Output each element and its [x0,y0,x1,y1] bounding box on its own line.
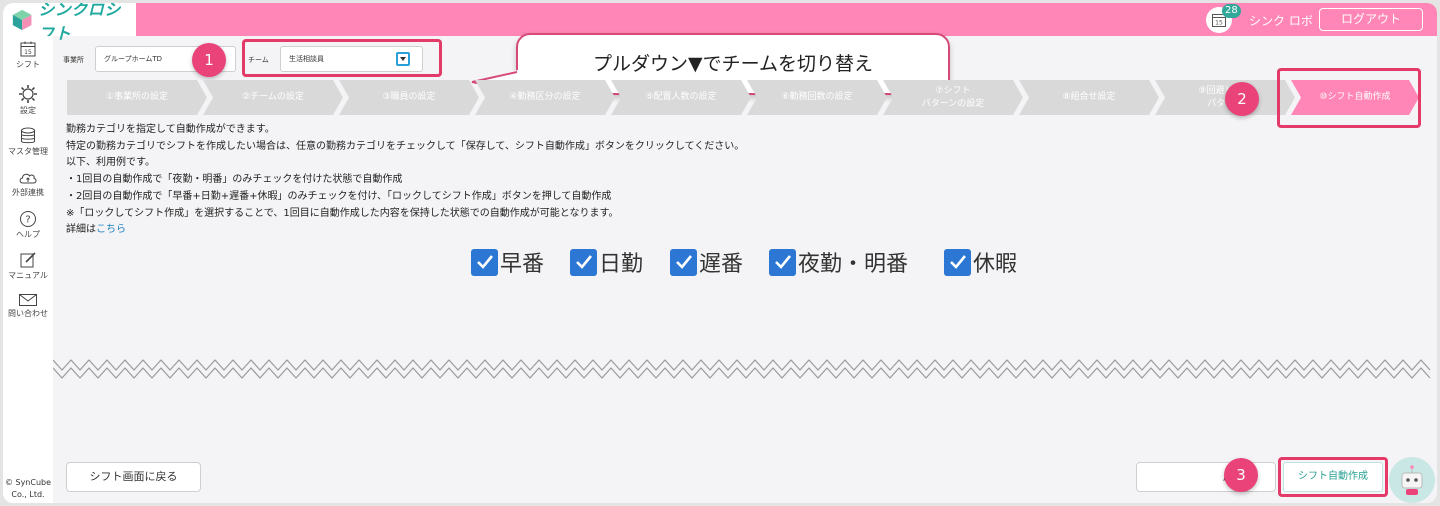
step-office[interactable]: ①事業所の設定 [67,80,207,115]
step-work-count[interactable]: ⑥勤務回数の設定 [747,80,887,115]
team-select-highlight [242,39,442,77]
step-staff[interactable]: ③職員の設定 [339,80,479,115]
cut-separator [53,359,1437,379]
logo-cube-icon [12,9,32,30]
notification-badge: 28 [1222,4,1241,18]
cloud-icon [19,173,37,184]
details-link[interactable]: こちら [96,224,126,235]
checkbox-checked-icon[interactable] [670,248,697,276]
mail-icon [19,294,37,306]
sidebar-item-settings[interactable]: 設定 [3,84,53,116]
category-checkbox-holiday[interactable]: 休暇 [944,246,1017,278]
category-checkbox-early[interactable]: 早番 [471,246,544,278]
auto-step-highlight [1277,68,1421,128]
sidebar-item-master[interactable]: マスタ管理 [3,127,53,157]
robot-avatar[interactable] [1389,457,1435,503]
step-shift-pattern[interactable]: ⑦シフト パターンの設定 [883,80,1023,115]
robot-icon [1401,465,1423,495]
gear-icon [19,85,37,103]
wizard-steps: ①事業所の設定 ②チームの設定 ③職員の設定 ④勤務区分の設定 ⑤配置人数の設定… [67,80,1419,115]
category-checkboxes: 早番 日勤 遅番 夜勤・明番 休暇 [53,246,1437,278]
category-checkbox-night[interactable]: 夜勤・明番 [769,246,908,278]
step-work-category[interactable]: ④勤務区分の設定 [475,80,615,115]
step-team[interactable]: ②チームの設定 [203,80,343,115]
category-checkbox-day[interactable]: 日勤 [570,246,643,278]
category-checkbox-late[interactable]: 遅番 [670,246,743,278]
svg-text:15: 15 [1215,20,1223,27]
pencil-icon [20,252,36,268]
auto-button-highlight [1278,457,1388,497]
sidebar-item-shift[interactable]: 15 シフト [3,40,53,70]
sidebar-item-contact[interactable]: 問い合わせ [3,293,53,319]
office-label: 事業所 [63,56,84,64]
step-badge-3: 3 [1224,458,1258,492]
step-combination[interactable]: ⑧組合せ設定 [1019,80,1159,115]
database-icon [21,127,35,144]
checkbox-checked-icon[interactable] [769,248,796,276]
checkbox-checked-icon[interactable] [944,248,971,276]
main-content: 事業所 グループホームTD チーム 生活相談員 1 プルダウン▼でチームを切り替… [53,33,1437,503]
logout-button[interactable]: ログアウト [1319,8,1423,31]
app-window: シンクロシフト 15 28 シンク ロボ ログアウト 15 シフト 設定 マスタ… [3,3,1437,503]
app-header: シンクロシフト 15 28 シンク ロボ ログアウト [3,3,1437,43]
calendar-icon: 15 [20,41,36,57]
svg-text:?: ? [25,215,30,226]
sidebar-item-external[interactable]: 外部連携 [3,170,53,198]
checkbox-checked-icon[interactable] [570,248,597,276]
description: 勤務カテゴリを指定して自動作成ができます。 特定の勤務カテゴリでシフトを作成した… [66,124,745,236]
step-badge-2: 2 [1225,82,1259,116]
back-to-shift-button[interactable]: シフト画面に戻る [66,462,201,492]
copyright: © SynCube Co., Ltd. [4,478,52,499]
sidebar: 15 シフト 設定 マスタ管理 外部連携 ? ヘルプ マニュアル 問い合わせ ©… [3,36,53,503]
step-badge-1: 1 [192,43,226,77]
question-icon: ? [20,211,36,227]
checkbox-checked-icon[interactable] [471,248,498,276]
sidebar-item-manual[interactable]: マニュアル [3,251,53,281]
user-name: シンク ロボ [1249,14,1313,28]
svg-text:15: 15 [24,49,32,56]
step-staffing[interactable]: ⑤配置人数の設定 [611,80,751,115]
logo[interactable]: シンクロシフト [3,3,136,43]
sidebar-item-help[interactable]: ? ヘルプ [3,210,53,240]
